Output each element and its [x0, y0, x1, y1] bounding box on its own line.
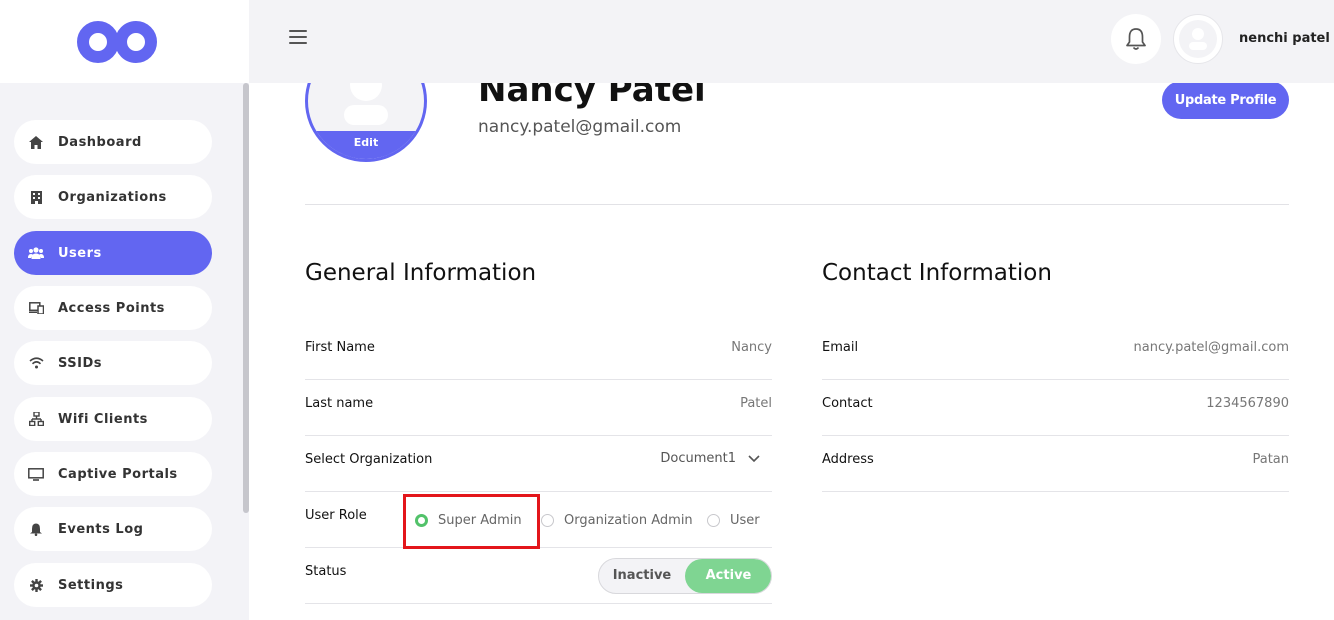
- organization-select[interactable]: Document1: [660, 451, 760, 466]
- contact-phone-label: Contact: [822, 396, 873, 411]
- bell-icon: [28, 521, 44, 537]
- radio-unchecked-icon: [707, 514, 720, 527]
- last-name-row: Last name Patel: [305, 380, 772, 436]
- first-name-row: First Name Nancy: [305, 324, 772, 380]
- contact-email-value[interactable]: nancy.patel@gmail.com: [1134, 340, 1290, 355]
- contact-address-value[interactable]: Patan: [1252, 452, 1289, 467]
- monitor-icon: [28, 466, 44, 482]
- contact-address-label: Address: [822, 452, 874, 467]
- sidebar-item-captive-portals[interactable]: Captive Portals: [14, 452, 212, 496]
- chevron-down-icon: [748, 454, 760, 462]
- role-organization-admin-label: Organization Admin: [564, 513, 693, 528]
- update-profile-button[interactable]: Update Profile: [1162, 81, 1289, 119]
- home-icon: [28, 134, 44, 150]
- first-name-value[interactable]: Nancy: [731, 340, 772, 355]
- sidebar-item-events-log[interactable]: Events Log: [14, 507, 212, 551]
- contact-phone-row: Contact 1234567890: [822, 380, 1289, 436]
- role-organization-admin-radio[interactable]: Organization Admin: [541, 513, 693, 528]
- status-row: Status Inactive Active: [305, 548, 772, 604]
- header-user-name[interactable]: nenchi patel: [1239, 31, 1330, 46]
- infinity-logo-icon: [76, 20, 157, 63]
- devices-icon: [28, 300, 44, 316]
- sidebar-item-label: Captive Portals: [58, 466, 178, 482]
- profile-email: nancy.patel@gmail.com: [478, 117, 682, 137]
- gear-icon: [28, 577, 44, 593]
- general-information-title: General Information: [305, 260, 537, 286]
- sidebar-item-access-points[interactable]: Access Points: [14, 286, 212, 330]
- sidebar-item-label: Organizations: [58, 189, 167, 205]
- contact-phone-value[interactable]: 1234567890: [1206, 396, 1289, 411]
- avatar[interactable]: [1173, 14, 1223, 64]
- users-icon: [28, 245, 44, 261]
- organization-label: Select Organization: [305, 452, 433, 467]
- sidebar-item-wifi-clients[interactable]: Wifi Clients: [14, 397, 212, 441]
- sidebar-item-label: Users: [58, 245, 102, 261]
- last-name-value[interactable]: Patel: [740, 396, 772, 411]
- divider: [305, 204, 1289, 205]
- sidebar: Dashboard Organizations Users Access Poi…: [0, 0, 249, 620]
- user-role-label: User Role: [305, 508, 367, 523]
- sidebar-item-ssids[interactable]: SSIDs: [14, 341, 212, 385]
- wifi-icon: [28, 355, 44, 371]
- sidebar-item-label: Dashboard: [58, 134, 142, 150]
- sidebar-item-label: Events Log: [58, 521, 144, 537]
- role-user-radio[interactable]: User: [707, 513, 760, 528]
- sidebar-item-label: SSIDs: [58, 355, 103, 371]
- sidebar-item-label: Wifi Clients: [58, 411, 148, 427]
- network-icon: [28, 411, 44, 427]
- sidebar-item-organizations[interactable]: Organizations: [14, 175, 212, 219]
- sidebar-item-label: Settings: [58, 577, 124, 593]
- topbar: nenchi patel: [249, 0, 1334, 83]
- status-label: Status: [305, 564, 347, 579]
- contact-information-title: Contact Information: [822, 260, 1052, 286]
- status-toggle[interactable]: Inactive Active: [598, 558, 772, 594]
- status-inactive-option[interactable]: Inactive: [599, 559, 685, 593]
- last-name-label: Last name: [305, 396, 374, 411]
- sidebar-scrollbar[interactable]: [243, 83, 249, 513]
- building-icon: [28, 189, 44, 205]
- organization-row: Select Organization Document1: [305, 436, 772, 492]
- user-avatar-icon: [1179, 20, 1217, 58]
- menu-toggle-icon[interactable]: [289, 30, 307, 44]
- logo[interactable]: [0, 0, 249, 83]
- edit-avatar-button[interactable]: Edit: [308, 131, 424, 159]
- contact-email-label: Email: [822, 340, 859, 355]
- sidebar-item-users[interactable]: Users: [14, 231, 212, 275]
- role-user-label: User: [730, 513, 760, 528]
- highlight-box: [403, 494, 540, 549]
- contact-address-row: Address Patan: [822, 436, 1289, 492]
- notifications-button[interactable]: [1111, 14, 1161, 64]
- sidebar-item-label: Access Points: [58, 300, 165, 316]
- bell-icon: [1126, 28, 1146, 50]
- organization-selected-value: Document1: [660, 451, 736, 466]
- first-name-label: First Name: [305, 340, 375, 355]
- sidebar-item-settings[interactable]: Settings: [14, 563, 212, 607]
- contact-email-row: Email nancy.patel@gmail.com: [822, 324, 1289, 380]
- status-active-option[interactable]: Active: [685, 559, 771, 593]
- radio-unchecked-icon: [541, 514, 554, 527]
- sidebar-item-dashboard[interactable]: Dashboard: [14, 120, 212, 164]
